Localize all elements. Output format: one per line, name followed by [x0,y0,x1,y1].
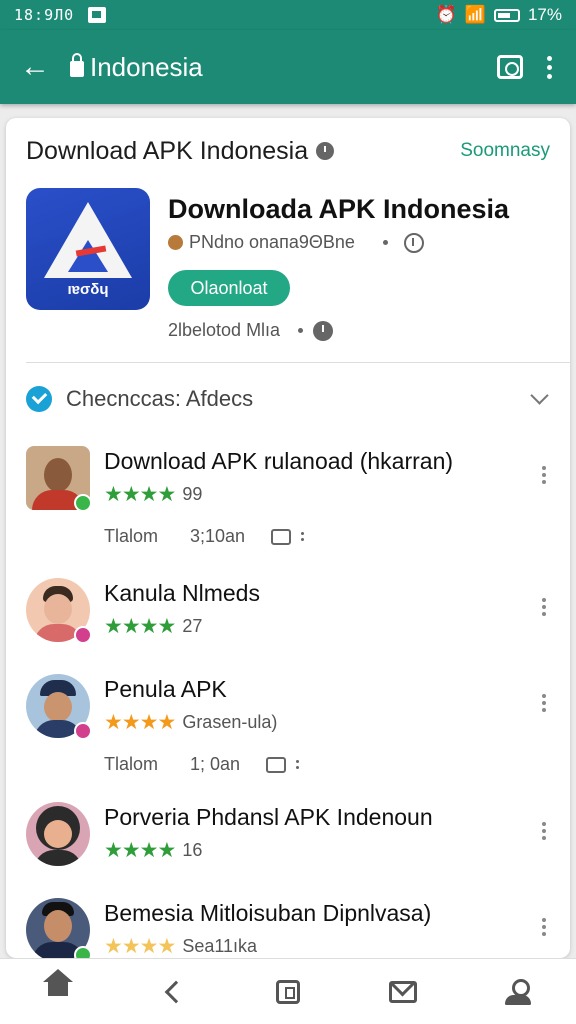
url-text: Indonesia [90,51,203,82]
review-date: 1; 0an [190,754,241,774]
alarm-icon: ⏰ [435,5,457,24]
back-icon [164,980,188,1003]
review-item: Bemesia Mitloisuban Dipnlvasa) ★★★★ Sea1… [26,898,550,958]
rating-count: 16 [182,840,203,860]
page-title: Download APK Indonesia [26,136,309,165]
star-rating: ★★★★ [104,839,176,862]
verified-badge-icon [74,946,92,958]
status-time: 18:9Л0 [14,6,75,24]
reviewer-name[interactable]: Penula APK [104,676,227,703]
avatar[interactable] [26,578,92,644]
review-item: Porveria Phdansl APK Indenoun ★★★★ 16 [26,802,550,882]
rating-count: 27 [182,616,203,636]
developer-icon [168,235,183,250]
review-date: 3;10an [190,526,246,546]
review-item: Kanula Nlmeds ★★★★ 27 [26,578,550,658]
nav-profile[interactable] [498,972,538,1012]
review-more-icon[interactable] [542,918,546,936]
reviews-section-header[interactable]: Checnccas: Afdecs [26,384,550,414]
thumbs-up-icon[interactable] [266,756,287,773]
review-more-icon[interactable] [542,466,546,484]
section-title: Checnccas: Afdecs [66,386,254,411]
thumbs-up-icon[interactable] [271,528,292,545]
avatar[interactable] [26,446,92,512]
app-logo-label: ıɐσδɥ [67,281,109,298]
review-more-icon[interactable] [542,822,546,840]
app-detail-card: Download APK Indonesia Soomnasy ıɐσδɥ Do… [6,118,570,958]
review-time-label: Tlalom [104,526,159,546]
star-rating: ★★★★ [104,935,176,958]
home-icon [42,968,73,1003]
developer-info-icon[interactable] [403,232,424,253]
clock-icon [313,320,334,341]
review-more-icon[interactable] [542,694,546,712]
reviewer-name[interactable]: Porveria Phdansl APK Indenoun [104,804,433,831]
url-bar[interactable]: Indonesia [70,52,203,83]
reviewer-name[interactable]: Bemesia Mitloisuban Dipnlvasa) [104,900,431,927]
battery-text: 17% [527,5,562,24]
nav-store[interactable] [268,972,308,1012]
more-menu-icon[interactable] [547,55,552,79]
star-rating: ★★★★ [104,615,176,638]
app-bar: ← Indonesia [0,30,576,104]
store-icon [275,979,300,1004]
review-more-icon[interactable] [542,598,546,616]
rating-count: Grasen-ula) [182,712,278,732]
info-icon[interactable] [316,142,335,160]
avatar[interactable] [26,898,92,958]
review-item: Penula APK ★★★★ Grasen-ula) Tlalom 1; 0a… [26,674,550,784]
app-meta-text: 2lbelotod Mlıa [168,320,281,340]
battery-icon [493,8,520,22]
wifi-icon: 📶 [464,5,486,24]
lock-icon [70,53,84,77]
install-button[interactable]: Olaonloat [168,270,290,306]
review-item: Download APK rulanoad (hkarran) ★★★★ 99 … [26,446,550,556]
reviewer-name[interactable]: Kanula Nlmeds [104,580,260,607]
tabs-icon[interactable] [497,55,523,79]
app-name: Downloada APK Indonesia [168,194,510,224]
developer-name[interactable]: PNdno onaпа9ΘBne [189,232,355,253]
star-rating: ★★★★ [104,711,176,734]
avatar[interactable] [26,674,92,740]
avatar[interactable] [26,802,90,866]
badge-icon [74,626,92,644]
verified-badge-icon [74,494,92,512]
profile-icon [504,978,532,1005]
status-bar: 18:9Л0 ⏰ 📶 17% [0,0,576,30]
options-icon[interactable] [296,760,300,769]
star-rating: ★★★★ [104,483,176,506]
badge-icon [74,722,92,740]
bottom-navigation [0,958,576,1024]
divider [26,362,570,363]
nav-back[interactable] [153,972,193,1012]
app-logo-icon[interactable]: ıɐσδɥ [26,188,150,310]
reviewer-name[interactable]: Download APK rulanoad (hkarran) [104,448,453,475]
chevron-down-icon[interactable] [530,385,549,405]
rating-count: Sea11ıka [182,936,258,956]
rating-count: 99 [182,484,203,504]
nav-mail[interactable] [383,972,423,1012]
see-more-link[interactable]: Soomnasy [460,140,550,162]
notification-icon [88,7,107,23]
verified-check-icon [26,386,52,412]
options-icon[interactable] [301,532,305,541]
mail-icon [389,980,418,1003]
nav-home[interactable] [38,968,78,1012]
back-arrow-icon[interactable]: ← [0,30,70,104]
review-time-label: Tlalom [104,754,159,774]
